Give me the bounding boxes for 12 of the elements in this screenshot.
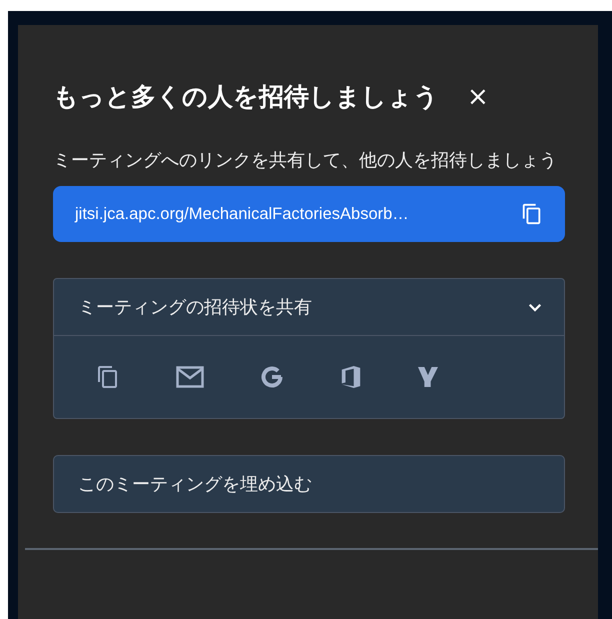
copy-icon[interactable] <box>521 201 543 227</box>
dialog-title: もっと多くの人を招待しましょう <box>53 81 439 113</box>
embed-meeting-button[interactable]: このミーティングを埋め込む <box>53 455 565 513</box>
close-button[interactable]: × <box>463 84 493 110</box>
meeting-link-field[interactable]: jitsi.jca.apc.org/MechanicalFactoriesAbsorb… <box>53 186 565 242</box>
description-text: ミーティングへのリンクを共有して、他の人を招待しましょう <box>53 149 558 173</box>
g-letter-icon[interactable] <box>260 365 284 389</box>
copy-icon[interactable] <box>96 364 120 390</box>
invite-share-header[interactable]: ミーティングの招待状を共有 <box>54 279 564 336</box>
office-icon[interactable] <box>340 364 362 390</box>
y-letter-icon[interactable] <box>418 364 438 390</box>
mail-icon[interactable] <box>176 366 204 388</box>
